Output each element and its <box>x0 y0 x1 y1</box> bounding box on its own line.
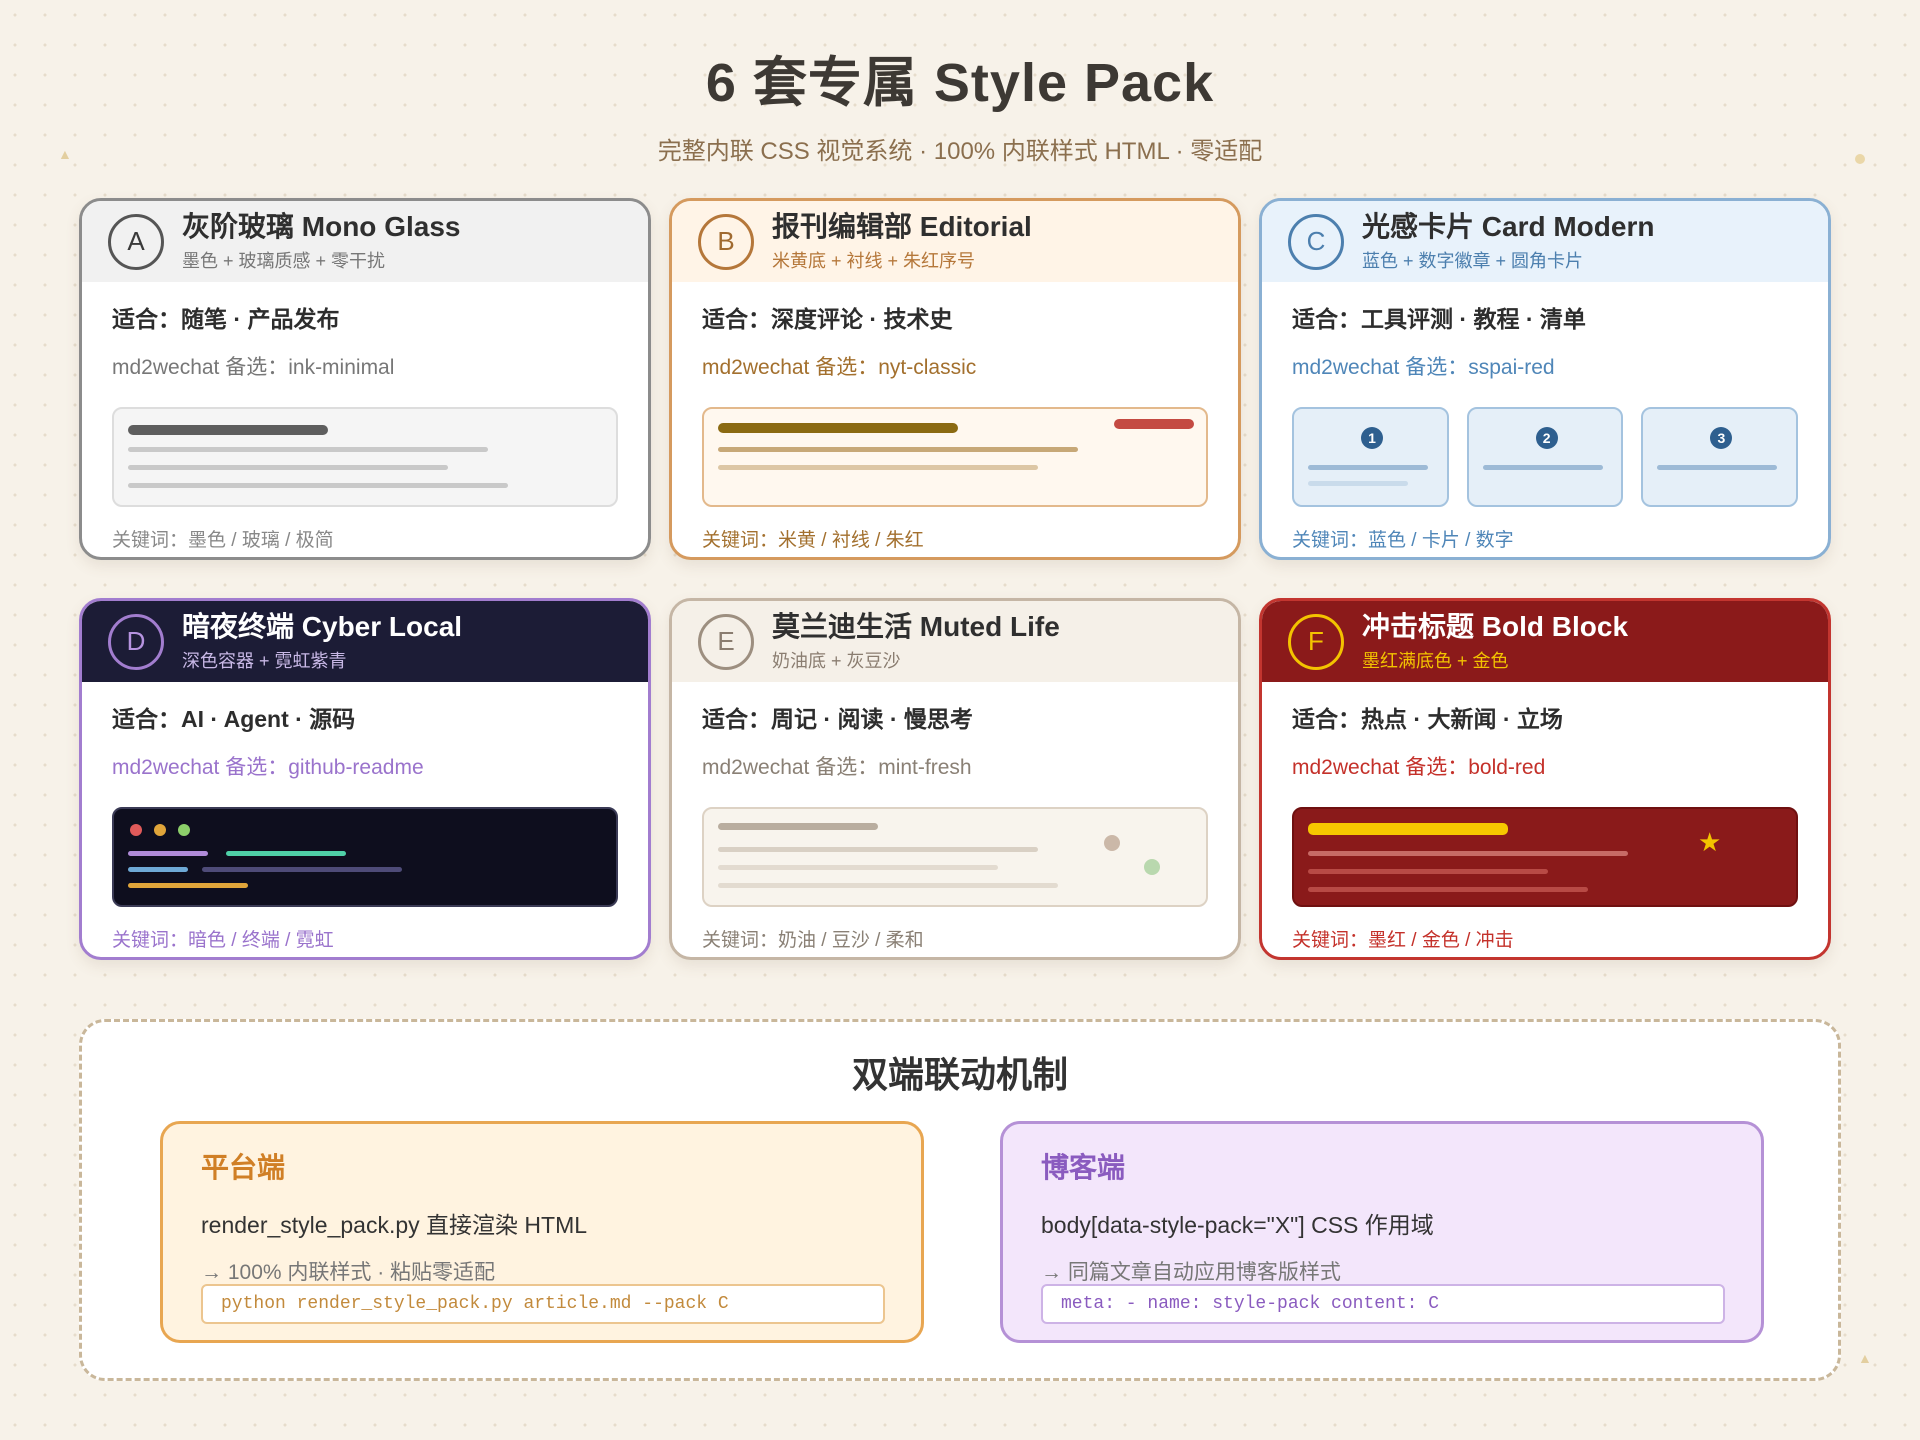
window-dot <box>154 824 166 836</box>
card-header: C 光感卡片 Card Modern 蓝色 + 数字徽章 + 圆角卡片 <box>1262 201 1828 282</box>
platform-description: render_style_pack.py 直接渲染 HTML <box>201 1212 588 1238</box>
platform-box: 平台端 render_style_pack.py 直接渲染 HTML → 100… <box>160 1121 924 1343</box>
fit-label: 适合：深度评论 · 技术史 <box>702 306 953 332</box>
style-preview <box>112 407 618 507</box>
keywords-label: 关键词：墨色 / 玻璃 / 极简 <box>112 530 334 551</box>
card-subtitle: 奶油底 + 灰豆沙 <box>772 651 901 671</box>
mini-card: 1 <box>1292 407 1449 507</box>
style-preview: 1 2 3 <box>1292 407 1799 507</box>
card-title: 灰阶玻璃 Mono Glass <box>182 211 461 242</box>
fit-label: 适合：随笔 · 产品发布 <box>112 306 340 332</box>
card-title: 冲击标题 Bold Block <box>1362 611 1629 642</box>
window-dot <box>130 824 142 836</box>
card-title: 报刊编辑部 Editorial <box>772 211 1032 242</box>
style-preview <box>112 807 618 907</box>
style-pack-card-d[interactable]: D 暗夜终端 Cyber Local 深色容器 + 霓虹紫青 适合：AI · A… <box>79 598 651 960</box>
sparkle-decoration: ▲ <box>1858 1350 1872 1366</box>
keywords-label: 关键词：米黄 / 衬线 / 朱红 <box>702 530 924 551</box>
alternative-label: md2wechat 备选：github-readme <box>112 756 424 779</box>
blog-description: body[data-style-pack="X"] CSS 作用域 <box>1041 1212 1434 1238</box>
keywords-label: 关键词：暗色 / 终端 / 霓虹 <box>112 930 334 951</box>
platform-command[interactable]: python render_style_pack.py article.md -… <box>201 1284 885 1324</box>
mechanism-title: 双端联动机制 <box>851 1054 1068 1095</box>
blog-title: 博客端 <box>1041 1152 1126 1183</box>
alternative-label: md2wechat 备选：ink-minimal <box>112 356 395 379</box>
star-icon: ★ <box>1698 827 1722 857</box>
fit-label: 适合：工具评测 · 教程 · 清单 <box>1292 306 1586 332</box>
keywords-label: 关键词：墨红 / 金色 / 冲击 <box>1292 930 1514 951</box>
card-subtitle: 蓝色 + 数字徽章 + 圆角卡片 <box>1362 251 1584 271</box>
alternative-label: md2wechat 备选：mint-fresh <box>702 756 972 779</box>
platform-note: → 100% 内联样式 · 粘贴零适配 <box>201 1261 496 1284</box>
page-subtitle: 完整内联 CSS 视觉系统 · 100% 内联样式 HTML · 零适配 <box>657 138 1263 165</box>
blog-meta-code[interactable]: meta: - name: style-pack content: C <box>1041 1284 1725 1324</box>
number-badge: 2 <box>1535 427 1558 449</box>
card-header: B 报刊编辑部 Editorial 米黄底 + 衬线 + 朱红序号 <box>672 201 1238 282</box>
mini-card: 2 <box>1466 407 1624 507</box>
keywords-label: 关键词：蓝色 / 卡片 / 数字 <box>1292 530 1514 551</box>
alternative-label: md2wechat 备选：nyt-classic <box>702 356 977 379</box>
letter-badge: C <box>1288 213 1344 270</box>
keywords-label: 关键词：奶油 / 豆沙 / 柔和 <box>702 930 924 951</box>
style-pack-card-a[interactable]: A 灰阶玻璃 Mono Glass 墨色 + 玻璃质感 + 零干扰 适合：随笔 … <box>79 198 651 560</box>
card-subtitle: 深色容器 + 霓虹紫青 <box>182 651 347 671</box>
style-pack-card-f[interactable]: F 冲击标题 Bold Block 墨红满底色 + 金色 适合：热点 · 大新闻… <box>1259 598 1831 960</box>
page-header: 6 套专属 Style Pack 完整内联 CSS 视觉系统 · 100% 内联… <box>0 38 1920 166</box>
letter-badge: D <box>108 613 164 670</box>
platform-title: 平台端 <box>201 1152 286 1183</box>
window-dot <box>178 824 190 836</box>
style-pack-card-c[interactable]: C 光感卡片 Card Modern 蓝色 + 数字徽章 + 圆角卡片 适合：工… <box>1259 198 1831 560</box>
number-badge: 1 <box>1361 427 1383 449</box>
alternative-label: md2wechat 备选：sspai-red <box>1292 356 1555 379</box>
card-title: 莫兰迪生活 Muted Life <box>772 611 1060 642</box>
number-badge: 3 <box>1710 427 1733 449</box>
blog-note: → 同篇文章自动应用博客版样式 <box>1041 1261 1341 1284</box>
style-preview: ★ <box>1292 807 1798 907</box>
card-title: 暗夜终端 Cyber Local <box>182 611 463 642</box>
blog-box: 博客端 body[data-style-pack="X"] CSS 作用域 → … <box>1000 1121 1764 1343</box>
style-pack-card-e[interactable]: E 莫兰迪生活 Muted Life 奶油底 + 灰豆沙 适合：周记 · 阅读 … <box>669 598 1241 960</box>
letter-badge: B <box>698 213 754 270</box>
card-header: D 暗夜终端 Cyber Local 深色容器 + 霓虹紫青 <box>82 601 648 682</box>
fit-label: 适合：热点 · 大新闻 · 立场 <box>1292 706 1563 732</box>
style-pack-card-b[interactable]: B 报刊编辑部 Editorial 米黄底 + 衬线 + 朱红序号 适合：深度评… <box>669 198 1241 560</box>
fit-label: 适合：AI · Agent · 源码 <box>112 706 356 732</box>
card-header: F 冲击标题 Bold Block 墨红满底色 + 金色 <box>1262 601 1828 682</box>
card-header: A 灰阶玻璃 Mono Glass 墨色 + 玻璃质感 + 零干扰 <box>82 201 648 282</box>
page-title: 6 套专属 Style Pack <box>705 53 1215 113</box>
card-title: 光感卡片 Card Modern <box>1362 211 1655 242</box>
letter-badge: A <box>108 213 164 270</box>
fit-label: 适合：周记 · 阅读 · 慢思考 <box>702 706 973 732</box>
alternative-label: md2wechat 备选：bold-red <box>1292 756 1546 779</box>
card-subtitle: 墨色 + 玻璃质感 + 零干扰 <box>182 251 386 271</box>
card-subtitle: 墨红满底色 + 金色 <box>1362 651 1509 671</box>
letter-badge: E <box>698 613 754 670</box>
card-subtitle: 米黄底 + 衬线 + 朱红序号 <box>772 251 976 271</box>
style-preview <box>702 407 1208 507</box>
letter-badge: F <box>1288 613 1344 670</box>
style-preview <box>702 807 1208 907</box>
mini-card: 3 <box>1641 407 1799 507</box>
card-header: E 莫兰迪生活 Muted Life 奶油底 + 灰豆沙 <box>672 601 1238 682</box>
mechanism-panel: 双端联动机制 平台端 render_style_pack.py 直接渲染 HTM… <box>79 1019 1841 1381</box>
